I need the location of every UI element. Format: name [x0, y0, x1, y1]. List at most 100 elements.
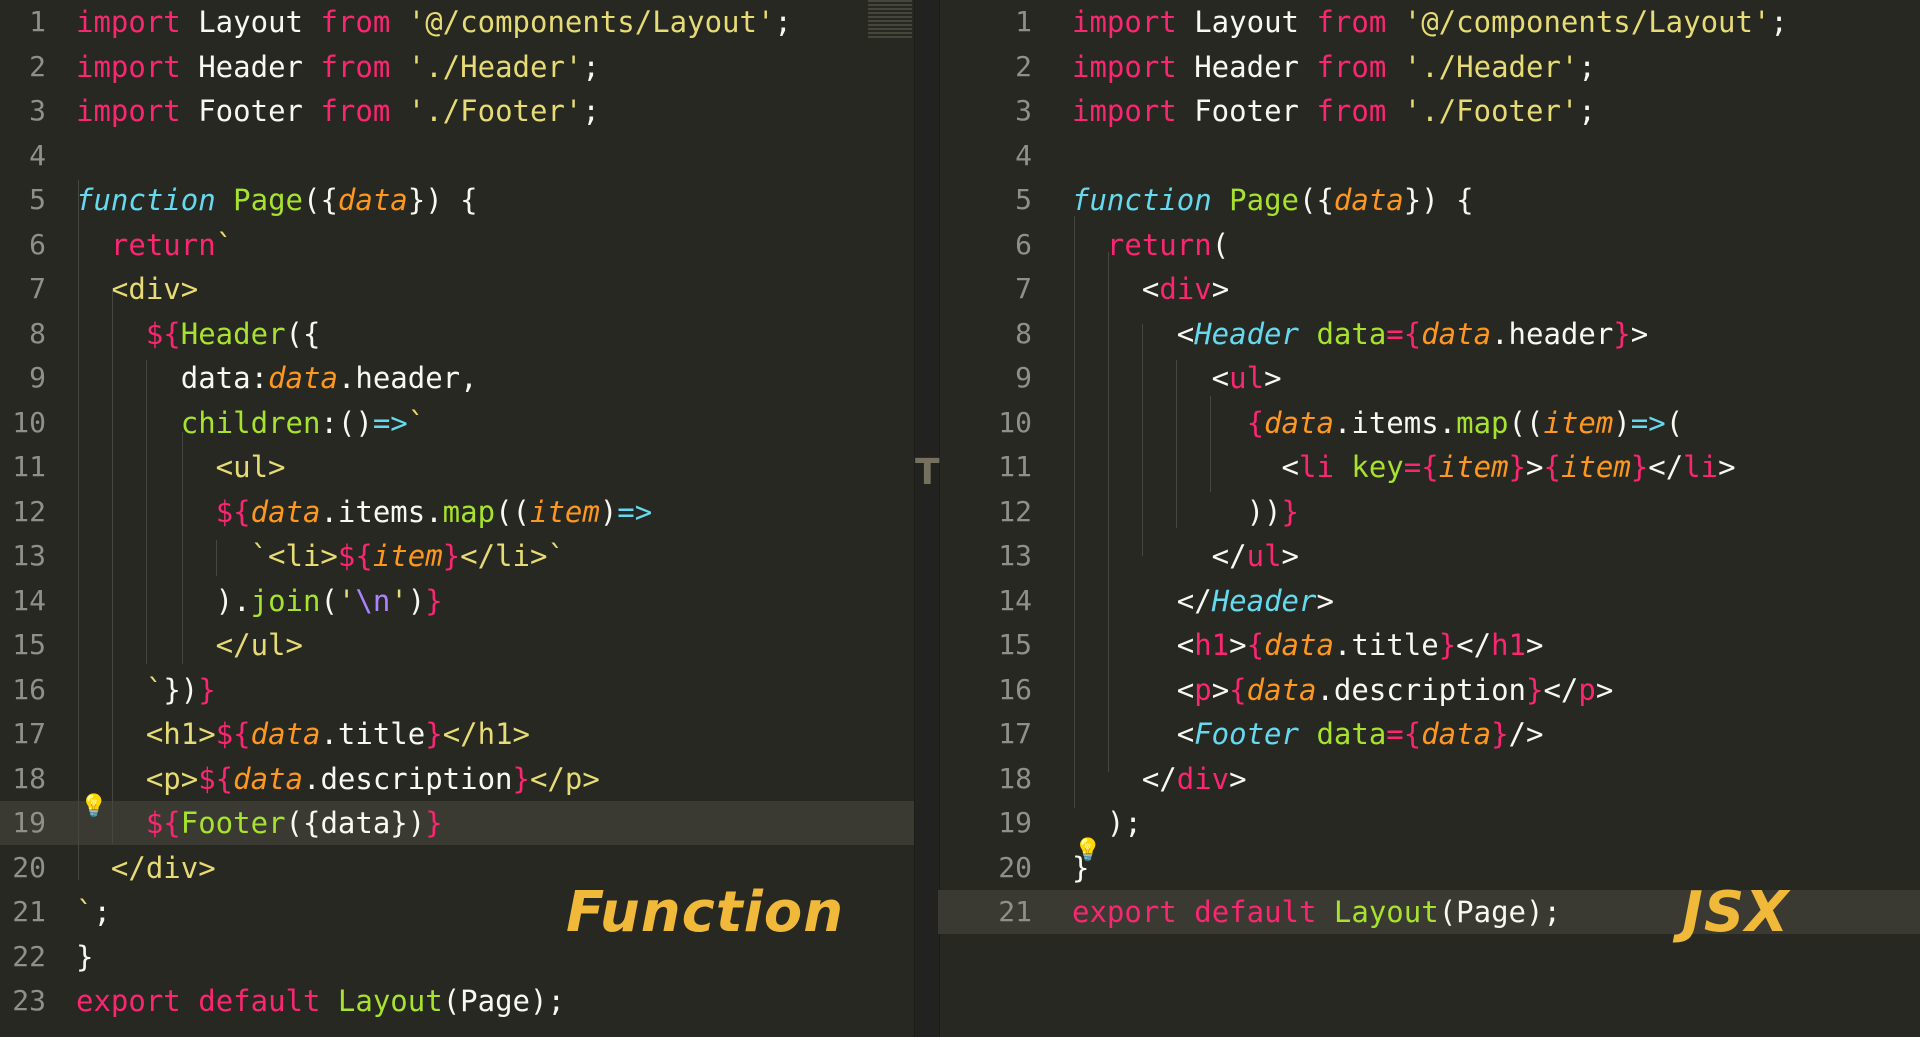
code-line[interactable]: 15 </ul> [0, 623, 914, 667]
code-line[interactable]: 8 ${Header({ [0, 312, 914, 356]
divider-handle[interactable]: T [915, 452, 940, 493]
code-token: ; [1770, 5, 1788, 39]
code-line[interactable]: 4 [0, 134, 914, 178]
code-text: <h1>${data.title}</h1> [76, 712, 530, 756]
code-line[interactable]: 18 </div> [938, 757, 1920, 801]
code-token: > [1211, 272, 1230, 306]
lightbulb-icon[interactable]: 💡 [80, 796, 107, 818]
code-token: }) [163, 672, 199, 707]
code-line[interactable]: 3 import Footer from './Footer'; [0, 89, 914, 133]
code-line[interactable]: 12 ))} [938, 490, 1920, 534]
code-line[interactable]: 10 {data.items.map((item)=>( [938, 401, 1920, 445]
line-number: 1 [1015, 5, 1032, 38]
code-token: Footer [180, 806, 286, 840]
code-token: } [198, 672, 216, 707]
code-token: data [1421, 316, 1492, 351]
code-line[interactable]: 17 <Footer data={data}/> [938, 712, 1920, 756]
code-token: ( [320, 583, 338, 618]
code-text: </div> [76, 846, 216, 890]
code-token: > [1718, 450, 1736, 484]
code-line[interactable]: 4 [938, 134, 1920, 178]
code-line[interactable]: 10 children:()=>` [0, 401, 914, 445]
code-line[interactable]: 3 import Footer from './Footer'; [938, 89, 1920, 133]
code-line[interactable]: 5 function Page({data}) { [0, 178, 914, 222]
code-line[interactable]: 15 <h1>{data.title}</h1> [938, 623, 1920, 667]
code-token: import [1072, 5, 1177, 39]
code-line[interactable]: 17 <h1>${data.title}</h1> [0, 712, 914, 756]
code-token: > [1211, 672, 1230, 707]
code-line[interactable]: 9 <ul> [938, 356, 1920, 400]
code-line[interactable]: 1 import Layout from '@/components/Layout… [0, 0, 914, 44]
code-line[interactable]: 5 function Page({data}) { [938, 178, 1920, 222]
code-token: div [1159, 272, 1212, 306]
code-token: from [320, 49, 391, 84]
code-line[interactable]: 11 <li key={item}>{item}</li> [938, 445, 1920, 489]
code-line[interactable]: 8 <Header data={data.header}> [938, 312, 1920, 356]
code-line[interactable]: 7 <div> [938, 267, 1920, 311]
code-token: \n [355, 583, 391, 618]
code-line[interactable]: 14 ).join('\n')} [0, 579, 914, 623]
code-text: return` [76, 223, 233, 267]
code-token: </ [1072, 761, 1177, 796]
code-token: } [425, 806, 443, 840]
code-token: } [425, 717, 443, 751]
code-line[interactable]: 11 <ul> [0, 445, 914, 489]
code-line[interactable]: 19 ${Footer({data})} [0, 801, 914, 845]
code-token: map [442, 494, 496, 529]
code-line[interactable]: 16 <p>{data.description}</p> [938, 668, 1920, 712]
code-token: './Header' [1403, 49, 1579, 84]
split-divider[interactable]: T [914, 0, 940, 1037]
code-text: export default Layout(Page); [1072, 890, 1561, 934]
code-token: ({ [285, 316, 321, 351]
code-token: data: [76, 361, 269, 395]
code-token: > [1316, 583, 1334, 618]
code-line[interactable]: 13 </ul> [938, 534, 1920, 578]
line-number: 11 [12, 450, 46, 483]
code-token: div [1176, 761, 1230, 796]
code-token: } [1525, 672, 1544, 707]
code-token: } [1281, 494, 1299, 529]
code-line[interactable]: 12 ${data.items.map((item)=> [0, 490, 914, 534]
code-line[interactable]: 14 </Header> [938, 579, 1920, 623]
code-token: (( [1508, 405, 1544, 440]
code-line[interactable]: 18 <p>${data.description}</p> [0, 757, 914, 801]
code-token: <h1> [76, 717, 216, 751]
code-token: => [617, 494, 653, 529]
indent-guide [1074, 216, 1075, 808]
code-token: ( [1665, 405, 1684, 440]
code-line[interactable]: 16 `})} [0, 668, 914, 712]
lightbulb-icon[interactable]: 💡 [1074, 840, 1101, 862]
code-line[interactable]: 13 `<li>${item}</li>` [0, 534, 914, 578]
code-line[interactable]: 9 data:data.header, [0, 356, 914, 400]
code-text: import Layout from '@/components/Layout'… [1072, 0, 1788, 44]
indent-guide [146, 360, 147, 664]
code-line[interactable]: 23 export default Layout(Page); [0, 979, 914, 1023]
code-token: .title [320, 717, 426, 751]
code-token: > [1526, 450, 1544, 484]
code-token: } [442, 539, 461, 573]
code-line[interactable]: 6 return( [938, 223, 1920, 267]
code-token: Layout [1176, 5, 1317, 39]
code-line[interactable]: 7 <div> [0, 267, 914, 311]
code-text: <Footer data={data}/> [1072, 712, 1544, 756]
code-token: Header [1194, 316, 1299, 351]
code-token: data [1333, 183, 1404, 217]
line-number: 8 [1015, 316, 1032, 350]
code-token: ) [1613, 405, 1631, 440]
code-line[interactable]: 6 return` [0, 223, 914, 267]
code-line[interactable]: 2 import Header from './Header'; [0, 45, 914, 89]
code-token: ={ [1386, 717, 1422, 751]
line-number: 5 [29, 183, 46, 216]
code-token: </ [1543, 672, 1579, 707]
code-token: Header [1211, 583, 1317, 618]
right-editor-pane[interactable]: 1 import Layout from '@/components/Layout… [938, 0, 1920, 1037]
code-line[interactable]: 2 import Header from './Header'; [938, 45, 1920, 89]
code-line[interactable]: 1 import Layout from '@/components/Layout… [938, 0, 1920, 44]
code-token: > [1229, 628, 1247, 662]
code-token: Header [180, 316, 286, 351]
left-editor-pane[interactable]: 1 import Layout from '@/components/Layout… [0, 0, 914, 1037]
